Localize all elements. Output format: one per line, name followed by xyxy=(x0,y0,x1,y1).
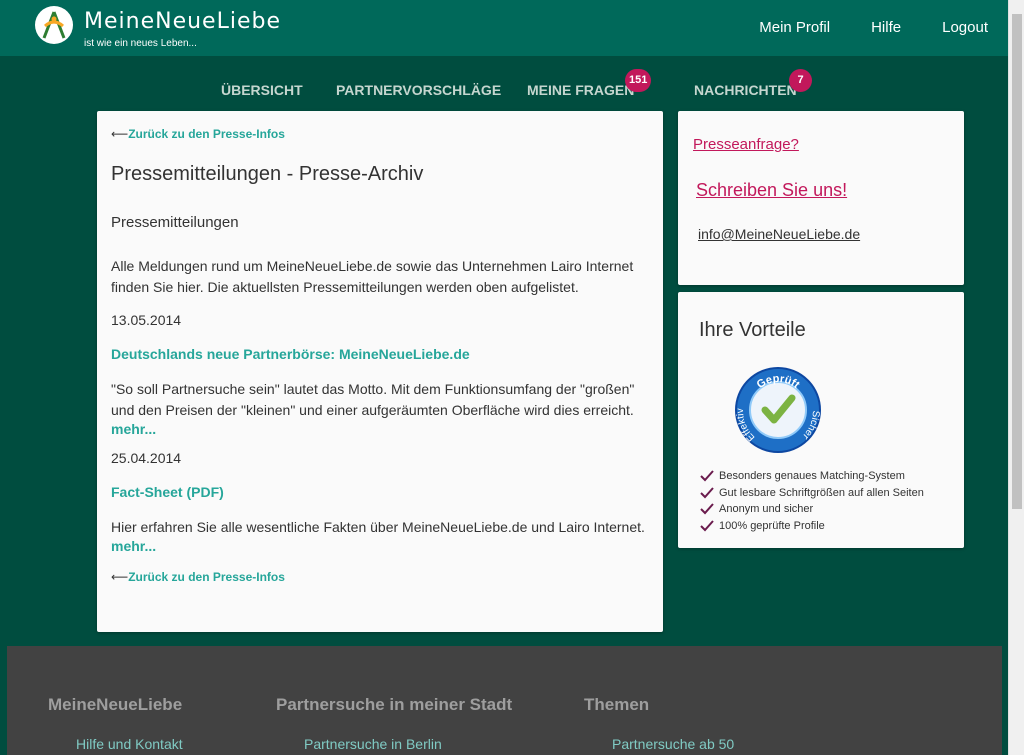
checkmark-icon xyxy=(700,487,714,499)
footer-link-help-contact[interactable]: Hilfe und Kontakt xyxy=(76,736,183,752)
footer-column-title: MeineNeueLiebe xyxy=(48,695,183,714)
main-nav: ÜBERSICHT PARTNERVORSCHLÄGE MEINE FRAGEN… xyxy=(0,69,1008,102)
release-teaser: "So soll Partnersuche sein" lautet das M… xyxy=(111,381,635,418)
top-nav: Mein Profil Hilfe Logout xyxy=(718,19,988,36)
arrow-left-icon: ⟵ xyxy=(111,570,129,584)
nav-my-profile[interactable]: Mein Profil xyxy=(759,19,830,36)
press-contact-card: Presseanfrage? Schreiben Sie uns! info@M… xyxy=(678,111,964,285)
brand-name[interactable]: MeineNeueLiebe xyxy=(84,9,281,34)
advantages-title: Ihre Vorteile xyxy=(699,319,806,341)
site-footer: MeineNeueLiebe Hilfe und Kontakt Partner… xyxy=(7,646,1002,755)
footer-column-title: Partnersuche in meiner Stadt xyxy=(276,695,513,714)
feature-label: Besonders genaues Matching-System xyxy=(719,470,905,482)
footer-link-50plus[interactable]: Partnersuche ab 50 xyxy=(612,736,734,752)
list-item: Anonym und sicher xyxy=(700,501,924,518)
questions-count-badge: 151 xyxy=(625,69,652,92)
advantages-card: Ihre Vorteile Geprüft Effektiv Sicher Be… xyxy=(678,292,964,548)
footer-link-berlin[interactable]: Partnersuche in Berlin xyxy=(304,736,442,752)
intro-text: Alle Meldungen rund um MeineNeueLiebe.de… xyxy=(111,258,634,295)
section-heading: Pressemitteilungen xyxy=(111,214,239,231)
press-inquiry-link[interactable]: Presseanfrage? xyxy=(693,136,799,153)
back-link-top[interactable]: ⟵Zurück zu den Presse-Infos xyxy=(111,127,649,141)
arrow-left-icon: ⟵ xyxy=(111,127,129,141)
back-link-label: Zurück zu den Presse-Infos xyxy=(128,570,285,584)
checkmark-icon xyxy=(700,520,714,532)
release-teaser: Hier erfahren Sie alle wesentliche Fakte… xyxy=(111,519,645,535)
read-more-link[interactable]: mehr... xyxy=(111,421,649,437)
press-archive-card: ⟵Zurück zu den Presse-Infos Pressemittei… xyxy=(97,111,663,632)
nav-logout[interactable]: Logout xyxy=(942,19,988,36)
back-link-label: Zurück zu den Presse-Infos xyxy=(128,127,285,141)
release-date: 25.04.2014 xyxy=(111,450,182,466)
release-title-link[interactable]: Deutschlands neue Partnerbörse: MeineNeu… xyxy=(111,346,649,362)
list-item: Gut lesbare Schriftgrößen auf allen Seit… xyxy=(700,485,924,502)
feature-label: Anonym und sicher xyxy=(719,503,814,515)
write-us-link[interactable]: Schreiben Sie uns! xyxy=(696,180,847,201)
release-date: 13.05.2014 xyxy=(111,312,182,328)
checkmark-icon xyxy=(700,470,714,482)
tab-my-questions[interactable]: MEINE FRAGEN xyxy=(527,82,634,98)
checkmark-icon xyxy=(700,503,714,515)
tab-partner-suggestions[interactable]: PARTNERVORSCHLÄGE xyxy=(336,82,501,98)
site-header: MeineNeueLiebe ist wie ein neues Leben..… xyxy=(0,0,1008,56)
brand-tagline: ist wie ein neues Leben... xyxy=(84,38,197,49)
quality-seal-icon: Geprüft Effektiv Sicher xyxy=(735,367,821,453)
messages-count-badge: 7 xyxy=(789,69,812,92)
list-item: Besonders genaues Matching-System xyxy=(700,468,924,485)
read-more-link[interactable]: mehr... xyxy=(111,538,649,554)
scrollbar[interactable] xyxy=(1008,0,1024,755)
back-link-bottom[interactable]: ⟵Zurück zu den Presse-Infos xyxy=(111,570,649,584)
scrollbar-thumb[interactable] xyxy=(1012,14,1022,509)
tab-overview[interactable]: ÜBERSICHT xyxy=(221,82,303,98)
advantages-list: Besonders genaues Matching-System Gut le… xyxy=(700,468,924,534)
email-link[interactable]: info@MeineNeueLiebe.de xyxy=(698,226,860,242)
nav-help[interactable]: Hilfe xyxy=(871,19,901,36)
list-item: 100% geprüfte Profile xyxy=(700,518,924,535)
feature-label: Gut lesbare Schriftgrößen auf allen Seit… xyxy=(719,486,924,499)
feature-label: 100% geprüfte Profile xyxy=(719,519,825,532)
footer-column-title: Themen xyxy=(584,695,650,714)
tab-messages[interactable]: NACHRICHTEN xyxy=(694,82,797,98)
page-title: Pressemitteilungen - Presse-Archiv xyxy=(111,163,424,185)
release-title-link[interactable]: Fact-Sheet (PDF) xyxy=(111,484,649,500)
logo-icon[interactable] xyxy=(35,6,73,44)
